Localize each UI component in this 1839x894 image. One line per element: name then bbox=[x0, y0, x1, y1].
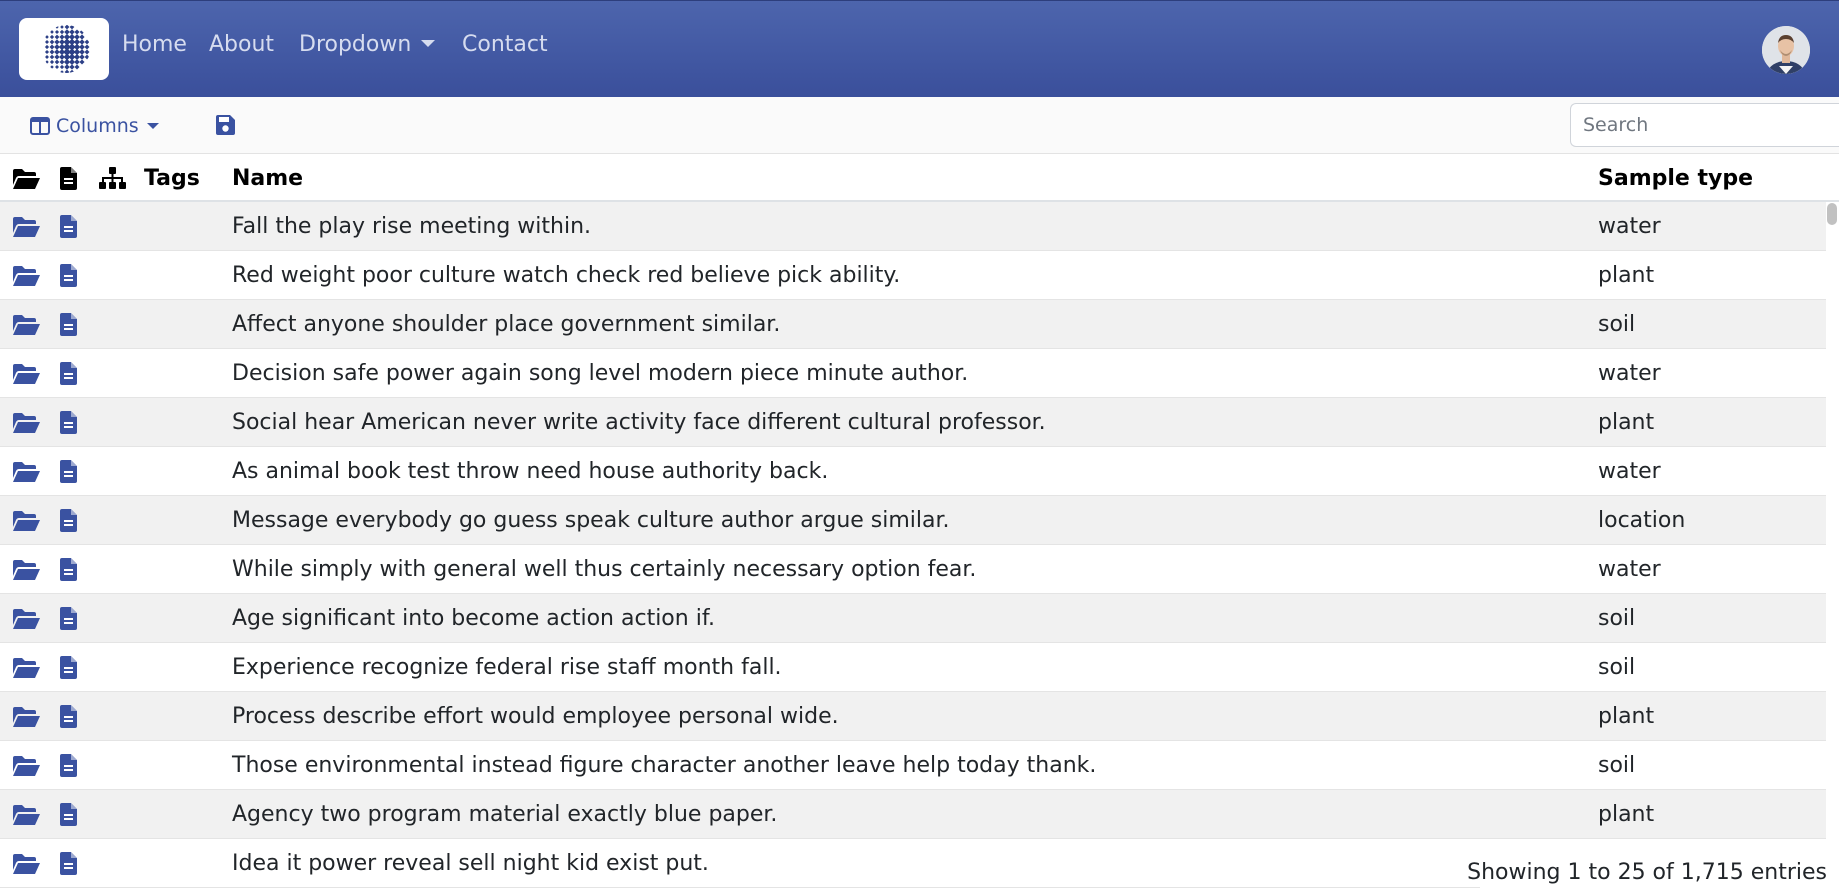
caret-down-icon bbox=[146, 123, 159, 129]
cell-sample-type: soil bbox=[1598, 753, 1636, 778]
file-icon[interactable] bbox=[60, 852, 77, 875]
cell-name: Idea it power reveal sell night kid exis… bbox=[232, 851, 709, 876]
folder-open-icon[interactable] bbox=[12, 265, 41, 287]
file-icon[interactable] bbox=[60, 607, 77, 630]
table-row[interactable]: Agency two program material exactly blue… bbox=[0, 790, 1826, 839]
table-row[interactable]: Those environmental instead figure chara… bbox=[0, 741, 1826, 790]
cell-name: As animal book test throw need house aut… bbox=[232, 459, 829, 484]
table-row[interactable]: Process describe effort would employee p… bbox=[0, 692, 1826, 741]
cell-sample-type: water bbox=[1598, 459, 1661, 484]
cell-sample-type: soil bbox=[1598, 655, 1636, 680]
table-row[interactable]: Social hear American never write activit… bbox=[0, 398, 1826, 447]
columns-dropdown-button[interactable]: Columns bbox=[30, 113, 159, 139]
cell-name: While simply with general well thus cert… bbox=[232, 557, 977, 582]
folder-open-icon[interactable] bbox=[12, 559, 41, 581]
column-header-name[interactable]: Name bbox=[232, 166, 303, 191]
folder-open-icon[interactable] bbox=[12, 510, 41, 532]
folder-open-icon[interactable] bbox=[12, 314, 41, 336]
file-icon[interactable] bbox=[60, 656, 77, 679]
file-icon[interactable] bbox=[60, 803, 77, 826]
table-row[interactable]: Decision safe power again song level mod… bbox=[0, 349, 1826, 398]
cell-name: Agency two program material exactly blue… bbox=[232, 802, 778, 827]
table-body: Fall the play rise meeting within. water R… bbox=[0, 202, 1826, 888]
file-icon[interactable] bbox=[60, 754, 77, 777]
cell-name: Decision safe power again song level mod… bbox=[232, 361, 969, 386]
caret-down-icon bbox=[421, 39, 436, 47]
cell-sample-type: water bbox=[1598, 214, 1661, 239]
file-icon[interactable] bbox=[60, 167, 77, 190]
folder-open-icon[interactable] bbox=[12, 363, 41, 385]
table-row[interactable]: Age significant into become action actio… bbox=[0, 594, 1826, 643]
user-avatar-icon bbox=[1762, 26, 1810, 74]
table-row[interactable]: Fall the play rise meeting within. water bbox=[0, 202, 1826, 251]
folder-open-icon[interactable] bbox=[12, 706, 41, 728]
file-icon[interactable] bbox=[60, 313, 77, 336]
file-icon[interactable] bbox=[60, 264, 77, 287]
table-row[interactable]: Red weight poor culture watch check red … bbox=[0, 251, 1826, 300]
cell-sample-type: plant bbox=[1598, 263, 1655, 288]
folder-open-icon[interactable] bbox=[12, 755, 41, 777]
table-row[interactable]: While simply with general well thus cert… bbox=[0, 545, 1826, 594]
cell-sample-type: water bbox=[1598, 361, 1661, 386]
columns-icon bbox=[30, 117, 50, 135]
table-row[interactable]: Message everybody go guess speak culture… bbox=[0, 496, 1826, 545]
folder-open-icon[interactable] bbox=[12, 853, 41, 875]
column-header-tags[interactable]: Tags bbox=[144, 166, 200, 191]
cell-sample-type: plant bbox=[1598, 704, 1655, 729]
nav-dropdown-label: Dropdown bbox=[299, 32, 412, 57]
cell-name: Those environmental instead figure chara… bbox=[232, 753, 1097, 778]
table-info: Showing 1 to 25 of 1,715 entries bbox=[1467, 851, 1839, 894]
cell-sample-type: water bbox=[1598, 557, 1661, 582]
folder-open-icon[interactable] bbox=[12, 804, 41, 826]
file-icon[interactable] bbox=[60, 362, 77, 385]
file-icon[interactable] bbox=[60, 705, 77, 728]
cell-name: Social hear American never write activit… bbox=[232, 410, 1046, 435]
cell-name: Experience recognize federal rise staff … bbox=[232, 655, 782, 680]
cell-name: Message everybody go guess speak culture… bbox=[232, 508, 950, 533]
floppy-disk-icon bbox=[216, 115, 235, 135]
scrollbar-thumb[interactable] bbox=[1827, 203, 1837, 225]
column-header-sample-type[interactable]: Sample type bbox=[1598, 166, 1753, 191]
nav-contact-link[interactable]: Contact bbox=[462, 32, 548, 57]
nav-home-link[interactable]: Home bbox=[122, 32, 187, 57]
file-icon[interactable] bbox=[60, 460, 77, 483]
cell-name: Fall the play rise meeting within. bbox=[232, 214, 592, 239]
table-row[interactable]: As animal book test throw need house aut… bbox=[0, 447, 1826, 496]
cell-sample-type: soil bbox=[1598, 606, 1636, 631]
folder-open-icon[interactable] bbox=[12, 168, 41, 190]
columns-label: Columns bbox=[56, 115, 139, 137]
cell-sample-type: location bbox=[1598, 508, 1686, 533]
save-button[interactable] bbox=[214, 114, 236, 136]
file-icon[interactable] bbox=[60, 558, 77, 581]
cell-name: Age significant into become action actio… bbox=[232, 606, 715, 631]
folder-open-icon[interactable] bbox=[12, 608, 41, 630]
user-avatar[interactable] bbox=[1762, 26, 1810, 74]
cell-sample-type: soil bbox=[1598, 312, 1636, 337]
nav-dropdown-toggle[interactable]: Dropdown bbox=[299, 32, 436, 57]
cell-name: Process describe effort would employee p… bbox=[232, 704, 839, 729]
cell-sample-type: plant bbox=[1598, 802, 1655, 827]
folder-open-icon[interactable] bbox=[12, 461, 41, 483]
globe-grid-logo-icon bbox=[44, 25, 90, 73]
cell-name: Affect anyone shoulder place government … bbox=[232, 312, 781, 337]
brand-logo[interactable] bbox=[19, 18, 109, 80]
cell-sample-type: plant bbox=[1598, 410, 1655, 435]
nav-about-link[interactable]: About bbox=[209, 32, 274, 57]
table-row[interactable]: Experience recognize federal rise staff … bbox=[0, 643, 1826, 692]
table-row[interactable]: Affect anyone shoulder place government … bbox=[0, 300, 1826, 349]
folder-open-icon[interactable] bbox=[12, 412, 41, 434]
folder-open-icon[interactable] bbox=[12, 216, 41, 238]
navbar: Home About Dropdown Contact bbox=[0, 0, 1839, 97]
file-icon[interactable] bbox=[60, 215, 77, 238]
folder-open-icon[interactable] bbox=[12, 657, 41, 679]
table-header-row: Tags Name Sample type bbox=[0, 154, 1839, 202]
table-toolbar: Columns bbox=[0, 97, 1839, 154]
sitemap-icon[interactable] bbox=[99, 167, 126, 190]
cell-name: Red weight poor culture watch check red … bbox=[232, 263, 901, 288]
file-icon[interactable] bbox=[60, 411, 77, 434]
file-icon[interactable] bbox=[60, 509, 77, 532]
search-input[interactable] bbox=[1570, 103, 1839, 147]
